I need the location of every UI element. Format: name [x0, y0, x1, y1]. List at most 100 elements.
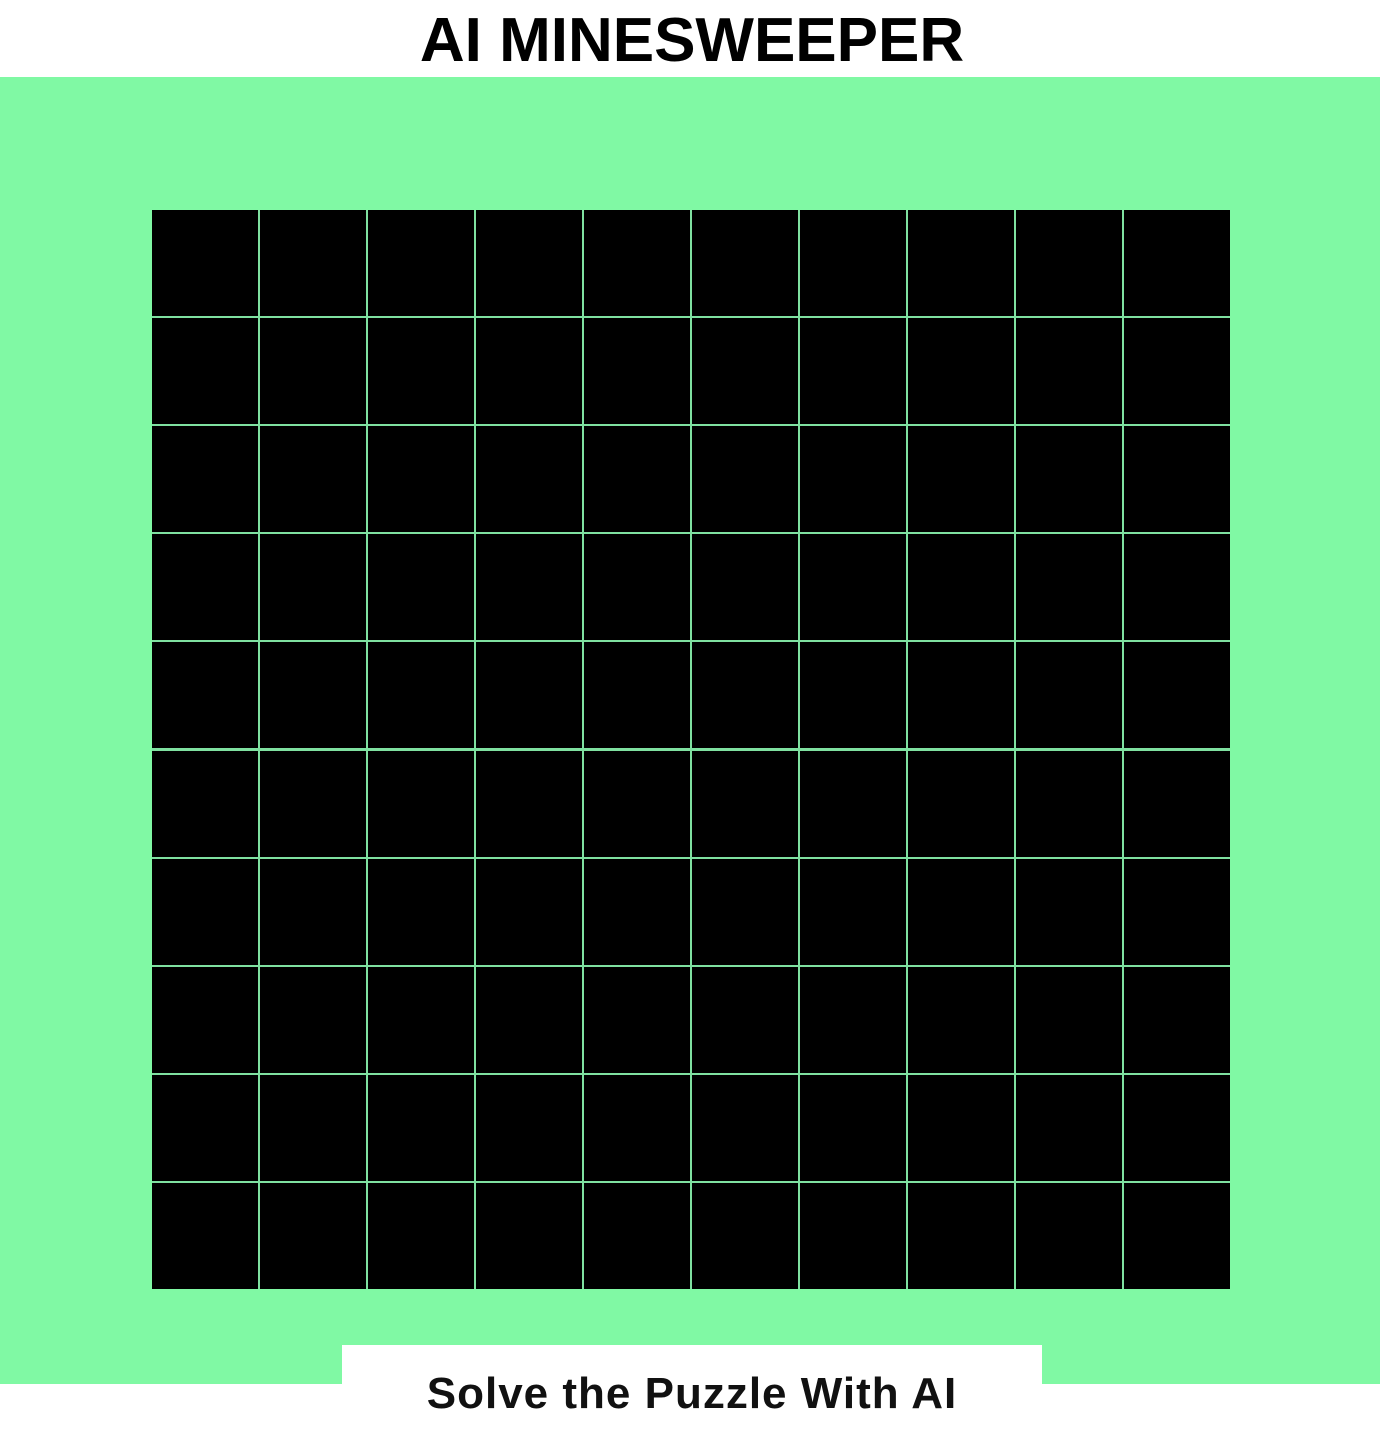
- board-cell-r8-c3[interactable]: [476, 1074, 582, 1181]
- board-cell-r4-c9[interactable]: [1124, 642, 1230, 749]
- board-cell-r0-c9[interactable]: [1124, 210, 1230, 317]
- board-cell-r9-c4[interactable]: [584, 1182, 690, 1289]
- board-cell-r1-c0[interactable]: [152, 318, 258, 425]
- board-cell-r7-c4[interactable]: [584, 966, 690, 1073]
- board-cell-r4-c7[interactable]: [908, 642, 1014, 749]
- board-cell-r0-c3[interactable]: [476, 210, 582, 317]
- board-cell-r0-c1[interactable]: [260, 210, 366, 317]
- board-cell-r3-c0[interactable]: [152, 534, 258, 641]
- board-cell-r8-c7[interactable]: [908, 1074, 1014, 1181]
- board-cell-r9-c6[interactable]: [800, 1182, 906, 1289]
- board-cell-r6-c7[interactable]: [908, 858, 1014, 965]
- board-cell-r2-c0[interactable]: [152, 426, 258, 533]
- board-cell-r6-c9[interactable]: [1124, 858, 1230, 965]
- board-cell-r7-c7[interactable]: [908, 966, 1014, 1073]
- board-cell-r1-c7[interactable]: [908, 318, 1014, 425]
- board-cell-r0-c0[interactable]: [152, 210, 258, 317]
- board-cell-r5-c1[interactable]: [260, 750, 366, 857]
- board-cell-r6-c2[interactable]: [368, 858, 474, 965]
- board-cell-r7-c1[interactable]: [260, 966, 366, 1073]
- board-cell-r4-c6[interactable]: [800, 642, 906, 749]
- board-cell-r2-c5[interactable]: [692, 426, 798, 533]
- board-cell-r5-c6[interactable]: [800, 750, 906, 857]
- board-cell-r2-c2[interactable]: [368, 426, 474, 533]
- board-cell-r2-c1[interactable]: [260, 426, 366, 533]
- board-cell-r1-c1[interactable]: [260, 318, 366, 425]
- board-cell-r2-c3[interactable]: [476, 426, 582, 533]
- board-cell-r1-c8[interactable]: [1016, 318, 1122, 425]
- board-cell-r1-c5[interactable]: [692, 318, 798, 425]
- board-cell-r1-c6[interactable]: [800, 318, 906, 425]
- board-cell-r1-c2[interactable]: [368, 318, 474, 425]
- board-cell-r6-c8[interactable]: [1016, 858, 1122, 965]
- board-cell-r1-c9[interactable]: [1124, 318, 1230, 425]
- board-cell-r8-c6[interactable]: [800, 1074, 906, 1181]
- board-cell-r0-c4[interactable]: [584, 210, 690, 317]
- board-cell-r7-c2[interactable]: [368, 966, 474, 1073]
- board-cell-r6-c3[interactable]: [476, 858, 582, 965]
- board-cell-r5-c8[interactable]: [1016, 750, 1122, 857]
- board-cell-r7-c8[interactable]: [1016, 966, 1122, 1073]
- solve-with-ai-button[interactable]: Solve the Puzzle With AI: [342, 1345, 1042, 1442]
- board-cell-r5-c3[interactable]: [476, 750, 582, 857]
- board-cell-r5-c2[interactable]: [368, 750, 474, 857]
- board-cell-r4-c1[interactable]: [260, 642, 366, 749]
- board-cell-r9-c1[interactable]: [260, 1182, 366, 1289]
- board-cell-r2-c9[interactable]: [1124, 426, 1230, 533]
- board-cell-r3-c6[interactable]: [800, 534, 906, 641]
- board-cell-r3-c1[interactable]: [260, 534, 366, 641]
- board-cell-r5-c9[interactable]: [1124, 750, 1230, 857]
- board-cell-r2-c4[interactable]: [584, 426, 690, 533]
- board-cell-r9-c0[interactable]: [152, 1182, 258, 1289]
- board-cell-r4-c4[interactable]: [584, 642, 690, 749]
- board-cell-r8-c4[interactable]: [584, 1074, 690, 1181]
- board-cell-r4-c5[interactable]: [692, 642, 798, 749]
- board-cell-r8-c9[interactable]: [1124, 1074, 1230, 1181]
- board-cell-r9-c9[interactable]: [1124, 1182, 1230, 1289]
- board-cell-r9-c3[interactable]: [476, 1182, 582, 1289]
- board-cell-r7-c5[interactable]: [692, 966, 798, 1073]
- board-cell-r3-c7[interactable]: [908, 534, 1014, 641]
- board-cell-r6-c1[interactable]: [260, 858, 366, 965]
- board-cell-r3-c2[interactable]: [368, 534, 474, 641]
- board-cell-r6-c4[interactable]: [584, 858, 690, 965]
- board-cell-r8-c2[interactable]: [368, 1074, 474, 1181]
- board-cell-r5-c4[interactable]: [584, 750, 690, 857]
- board-cell-r0-c6[interactable]: [800, 210, 906, 317]
- board-cell-r2-c8[interactable]: [1016, 426, 1122, 533]
- board-cell-r3-c9[interactable]: [1124, 534, 1230, 641]
- board-cell-r9-c8[interactable]: [1016, 1182, 1122, 1289]
- board-cell-r3-c8[interactable]: [1016, 534, 1122, 641]
- board-cell-r5-c0[interactable]: [152, 750, 258, 857]
- board-cell-r7-c3[interactable]: [476, 966, 582, 1073]
- board-cell-r9-c2[interactable]: [368, 1182, 474, 1289]
- board-cell-r8-c5[interactable]: [692, 1074, 798, 1181]
- board-cell-r2-c6[interactable]: [800, 426, 906, 533]
- board-cell-r1-c4[interactable]: [584, 318, 690, 425]
- board-cell-r4-c8[interactable]: [1016, 642, 1122, 749]
- board-cell-r9-c5[interactable]: [692, 1182, 798, 1289]
- board-cell-r7-c0[interactable]: [152, 966, 258, 1073]
- board-cell-r6-c5[interactable]: [692, 858, 798, 965]
- board-cell-r4-c0[interactable]: [152, 642, 258, 749]
- board-cell-r3-c4[interactable]: [584, 534, 690, 641]
- board-cell-r9-c7[interactable]: [908, 1182, 1014, 1289]
- board-cell-r1-c3[interactable]: [476, 318, 582, 425]
- board-cell-r5-c7[interactable]: [908, 750, 1014, 857]
- board-cell-r4-c2[interactable]: [368, 642, 474, 749]
- board-cell-r3-c3[interactable]: [476, 534, 582, 641]
- board-cell-r0-c2[interactable]: [368, 210, 474, 317]
- board-cell-r6-c0[interactable]: [152, 858, 258, 965]
- board-cell-r4-c3[interactable]: [476, 642, 582, 749]
- board-cell-r7-c6[interactable]: [800, 966, 906, 1073]
- board-cell-r0-c8[interactable]: [1016, 210, 1122, 317]
- board-cell-r5-c5[interactable]: [692, 750, 798, 857]
- board-cell-r6-c6[interactable]: [800, 858, 906, 965]
- board-cell-r7-c9[interactable]: [1124, 966, 1230, 1073]
- board-cell-r8-c1[interactable]: [260, 1074, 366, 1181]
- board-cell-r8-c8[interactable]: [1016, 1074, 1122, 1181]
- board-cell-r2-c7[interactable]: [908, 426, 1014, 533]
- board-cell-r3-c5[interactable]: [692, 534, 798, 641]
- board-cell-r8-c0[interactable]: [152, 1074, 258, 1181]
- board-cell-r0-c7[interactable]: [908, 210, 1014, 317]
